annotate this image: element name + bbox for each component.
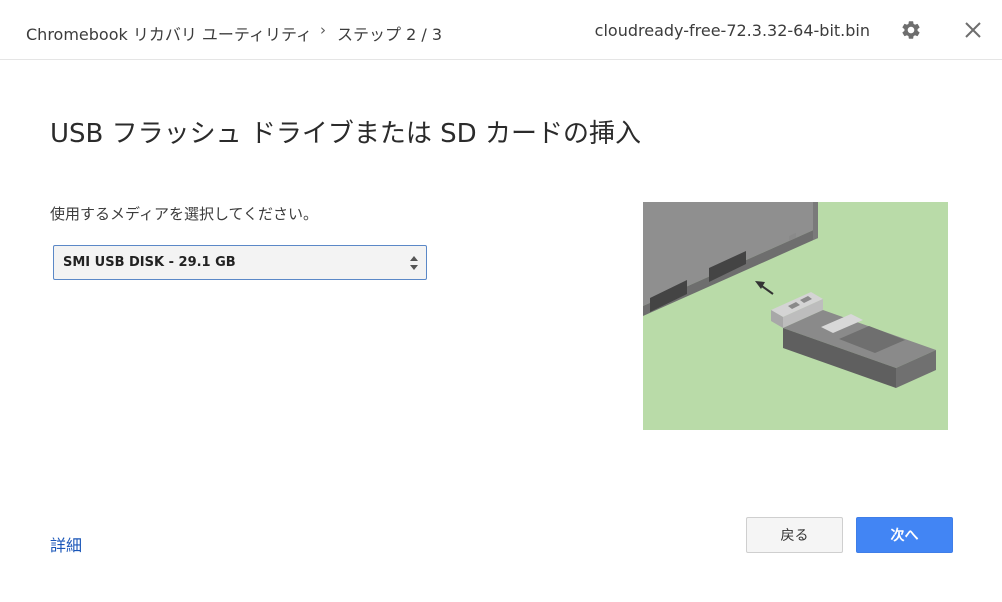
- settings-button[interactable]: [900, 19, 922, 41]
- close-button[interactable]: [962, 19, 984, 41]
- media-prompt: 使用するメディアを選択してください。: [50, 205, 319, 223]
- breadcrumb-separator: ›: [320, 21, 326, 39]
- details-link[interactable]: 詳細: [50, 532, 82, 556]
- gear-icon: [902, 21, 920, 39]
- header-bar: Chromebook リカバリ ユーティリティ › ステップ 2 / 3 clo…: [0, 0, 1002, 60]
- step-indicator: ステップ 2 / 3: [337, 25, 443, 44]
- image-file-name: cloudready-free-72.3.32-64-bit.bin: [594, 21, 870, 40]
- media-select[interactable]: SMI USB DISK - 29.1 GB: [53, 245, 427, 280]
- recovery-window: Chromebook リカバリ ユーティリティ › ステップ 2 / 3 clo…: [0, 0, 1002, 602]
- media-select-value: SMI USB DISK - 29.1 GB: [63, 255, 236, 270]
- close-icon: [965, 22, 981, 38]
- usb-insert-illustration: [643, 202, 948, 430]
- up-down-arrows-icon: [410, 256, 418, 270]
- next-button[interactable]: 次へ: [856, 517, 953, 553]
- back-button[interactable]: 戻る: [746, 517, 843, 553]
- page-title: USB フラッシュ ドライブまたは SD カードの挿入: [50, 119, 641, 149]
- app-title: Chromebook リカバリ ユーティリティ: [26, 25, 313, 44]
